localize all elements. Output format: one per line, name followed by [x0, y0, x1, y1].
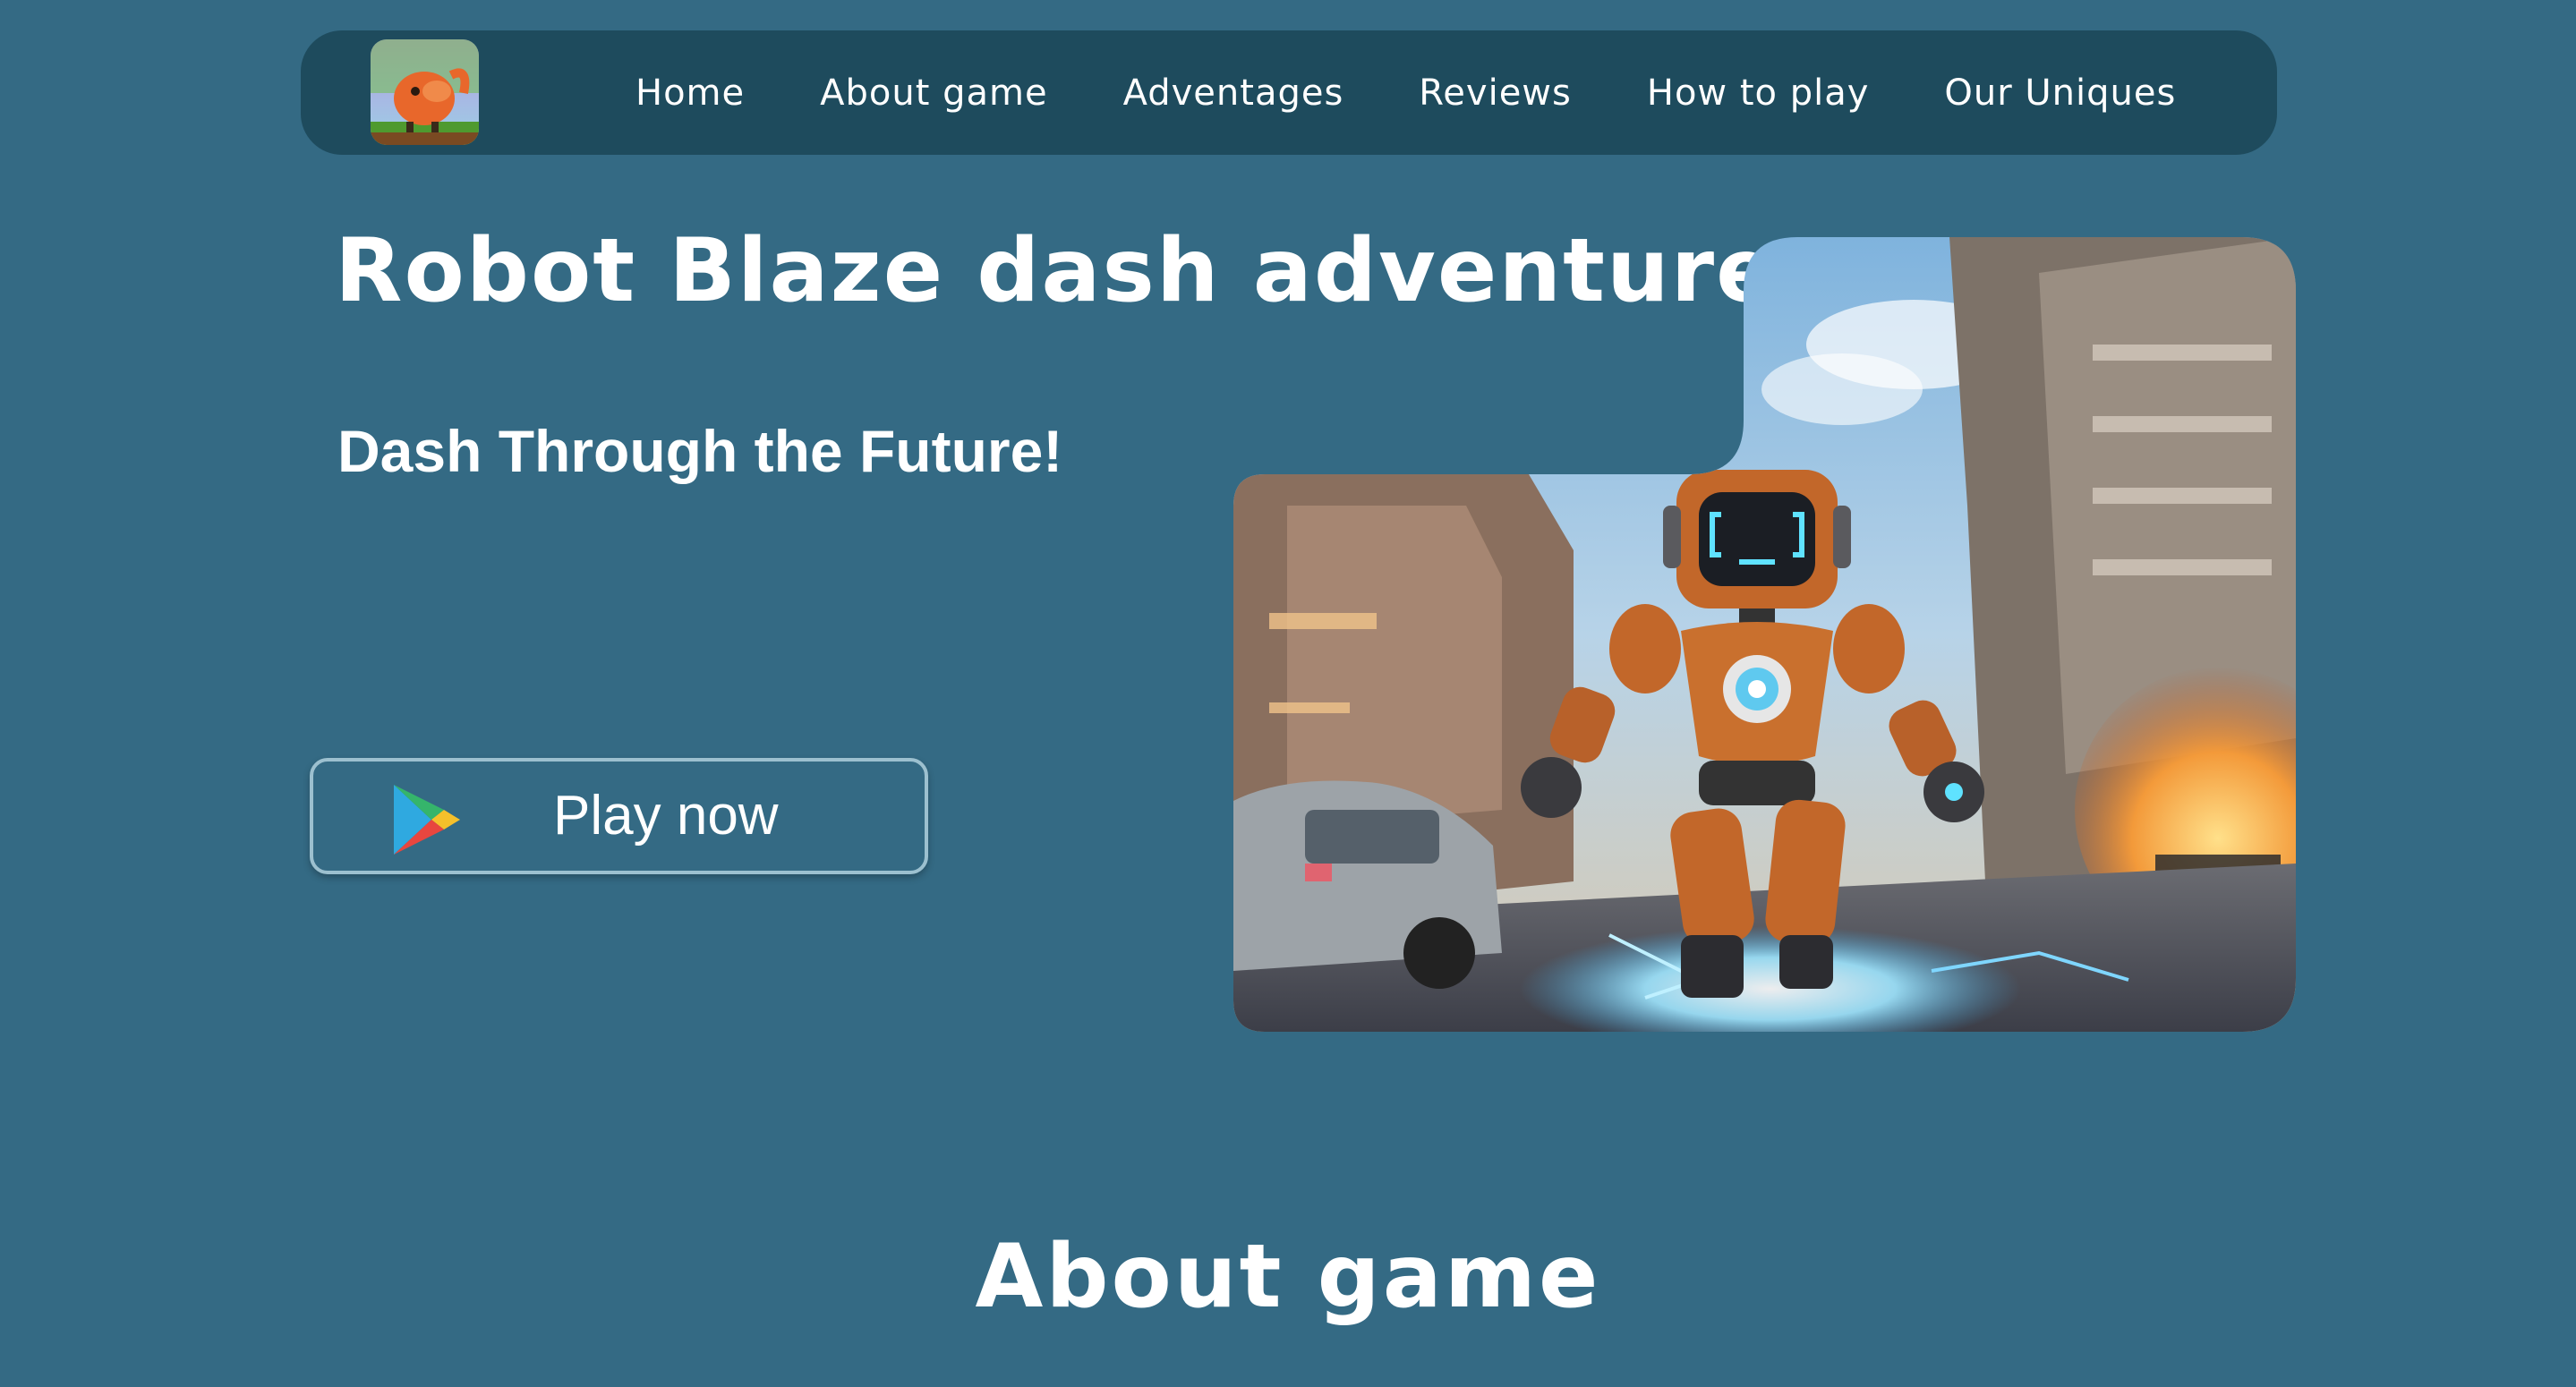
play-now-label: Play now	[553, 785, 779, 847]
nav-links: Home About game Adventages Reviews How t…	[635, 30, 2176, 155]
hero-subtitle: Dash Through the Future!	[337, 418, 1063, 484]
nav-link-our-uniques[interactable]: Our Uniques	[1944, 72, 2176, 114]
play-now-button[interactable]: Play now	[310, 758, 928, 874]
nav-link-adventages[interactable]: Adventages	[1123, 72, 1344, 114]
about-game-heading: About game	[975, 1226, 1601, 1328]
nav-link-about-game[interactable]: About game	[820, 72, 1047, 114]
nav-link-reviews[interactable]: Reviews	[1419, 72, 1572, 114]
robot-hero-image	[1233, 237, 2296, 1032]
nav-link-home[interactable]: Home	[635, 72, 745, 114]
game-logo-icon[interactable]	[371, 39, 479, 145]
top-navbar: Home About game Adventages Reviews How t…	[301, 30, 2277, 155]
nav-link-how-to-play[interactable]: How to play	[1647, 72, 1870, 114]
google-play-icon	[392, 783, 462, 856]
